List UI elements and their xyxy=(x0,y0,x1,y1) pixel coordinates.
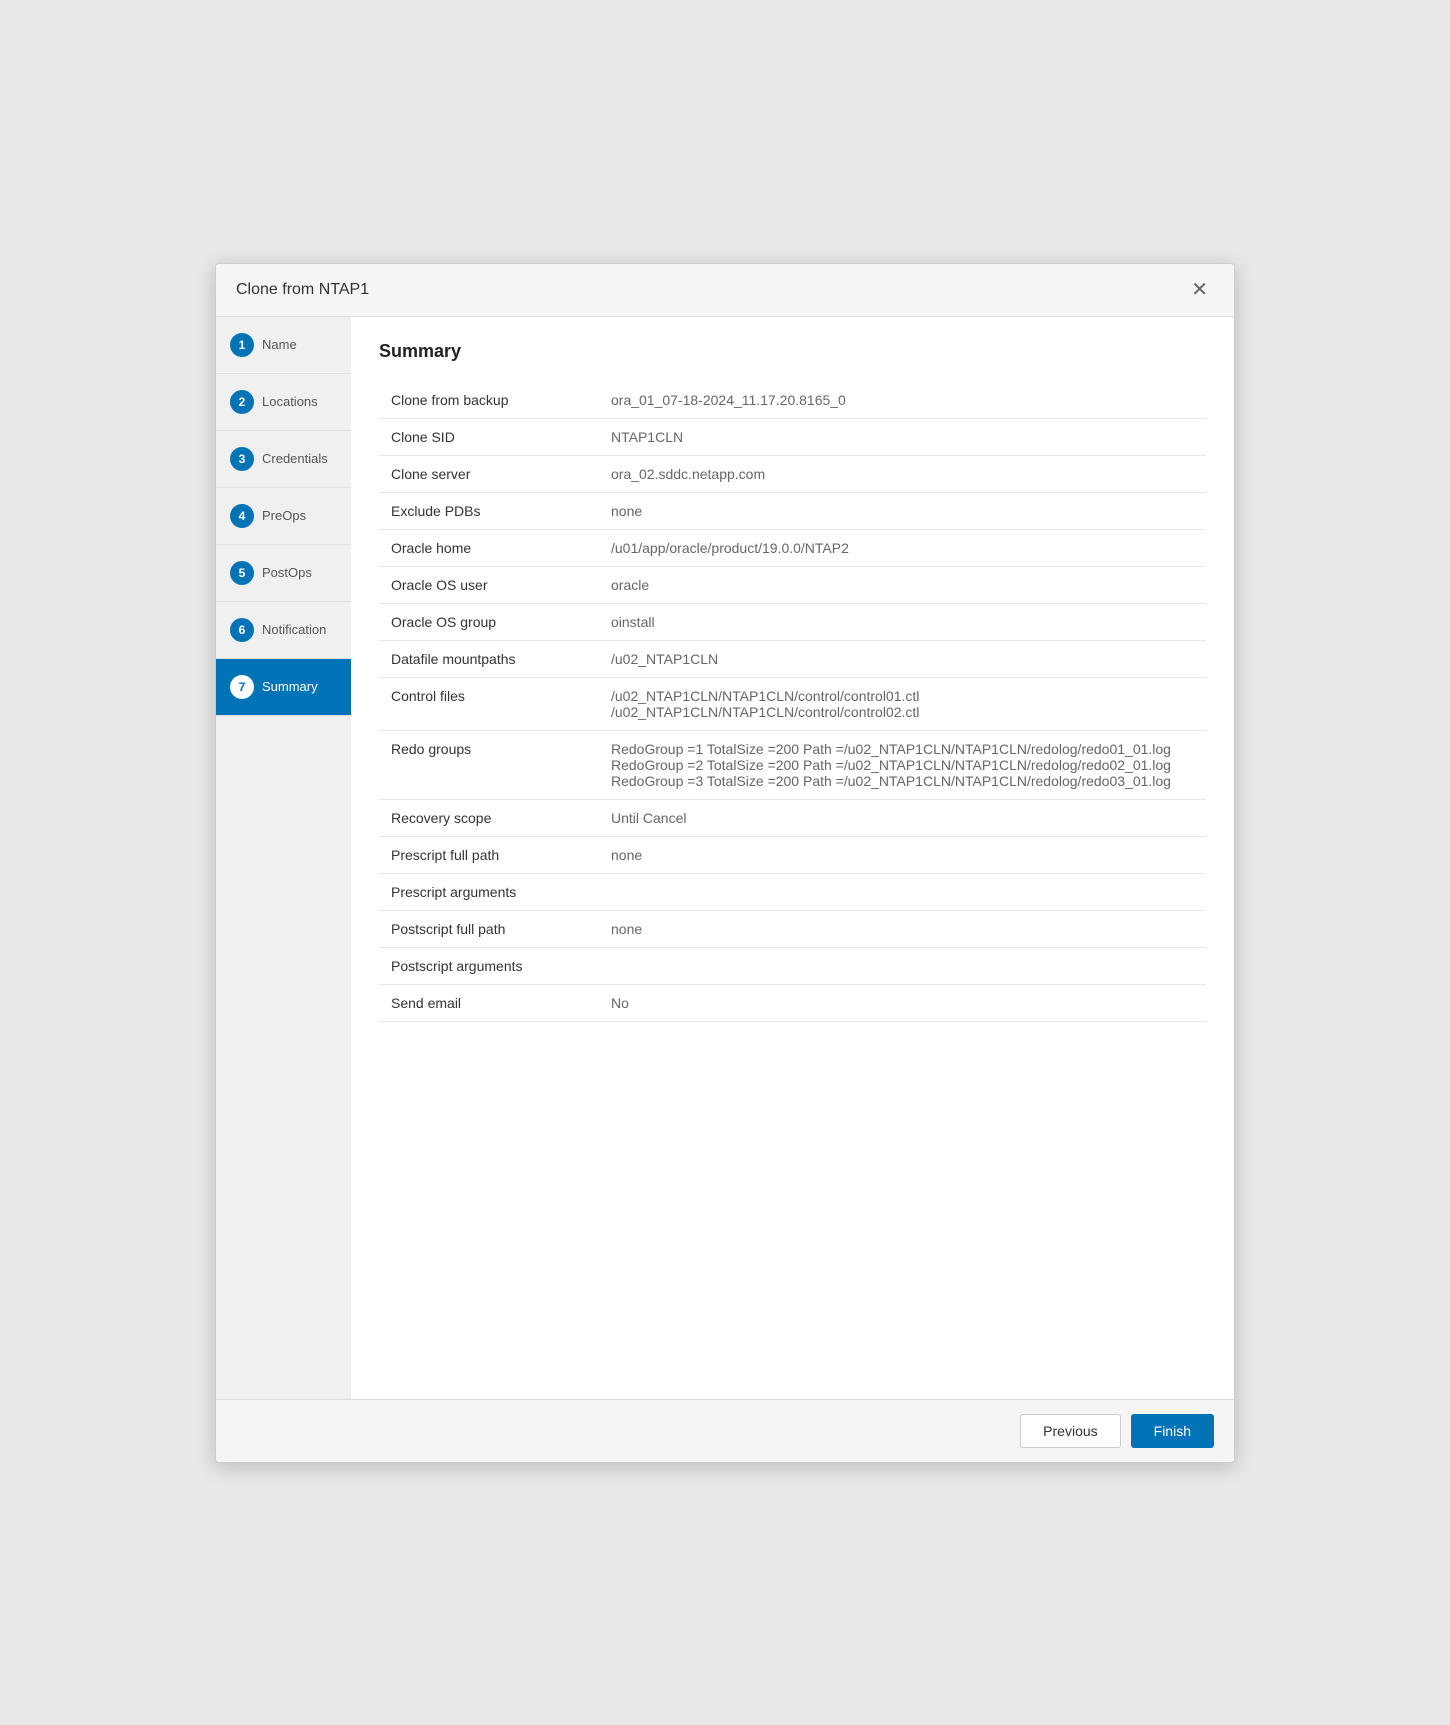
step-number-3: 3 xyxy=(230,447,254,471)
close-button[interactable]: ✕ xyxy=(1185,278,1214,302)
step-number-7: 7 xyxy=(230,675,254,699)
row-label-12: Prescript arguments xyxy=(379,873,599,910)
table-row: Postscript arguments xyxy=(379,947,1206,984)
sidebar-item-name[interactable]: 1 Name xyxy=(216,317,351,374)
row-label-3: Exclude PDBs xyxy=(379,492,599,529)
step-label-4: PreOps xyxy=(262,508,306,523)
table-row: Datafile mountpaths/u02_NTAP1CLN xyxy=(379,640,1206,677)
row-label-14: Postscript arguments xyxy=(379,947,599,984)
row-label-10: Recovery scope xyxy=(379,799,599,836)
table-row: Clone SIDNTAP1CLN xyxy=(379,418,1206,455)
row-value-10: Until Cancel xyxy=(599,799,1206,836)
step-label-6: Notification xyxy=(262,622,326,637)
step-label-2: Locations xyxy=(262,394,318,409)
sidebar-item-summary[interactable]: 7 Summary xyxy=(216,659,351,716)
table-row: Control files/u02_NTAP1CLN/NTAP1CLN/cont… xyxy=(379,677,1206,730)
step-label-5: PostOps xyxy=(262,565,312,580)
row-label-9: Redo groups xyxy=(379,730,599,799)
clone-dialog: Clone from NTAP1 ✕ 1 Name 2 Locations 3 Crede… xyxy=(215,263,1235,1463)
row-value-6: oinstall xyxy=(599,603,1206,640)
dialog-body: 1 Name 2 Locations 3 Credentials 4 PreOps 5 PostO… xyxy=(216,317,1234,1399)
row-value-7: /u02_NTAP1CLN xyxy=(599,640,1206,677)
row-value-5: oracle xyxy=(599,566,1206,603)
step-number-2: 2 xyxy=(230,390,254,414)
dialog-footer: Previous Finish xyxy=(216,1399,1234,1462)
row-value-1: NTAP1CLN xyxy=(599,418,1206,455)
row-label-0: Clone from backup xyxy=(379,382,599,419)
sidebar-item-preops[interactable]: 4 PreOps xyxy=(216,488,351,545)
row-label-7: Datafile mountpaths xyxy=(379,640,599,677)
row-label-5: Oracle OS user xyxy=(379,566,599,603)
row-label-15: Send email xyxy=(379,984,599,1021)
dialog-title: Clone from NTAP1 xyxy=(236,281,369,299)
main-content: Summary Clone from backupora_01_07-18-20… xyxy=(351,317,1234,1399)
row-value-12 xyxy=(599,873,1206,910)
row-label-13: Postscript full path xyxy=(379,910,599,947)
sidebar: 1 Name 2 Locations 3 Credentials 4 PreOps 5 PostO… xyxy=(216,317,351,1399)
table-row: Redo groupsRedoGroup =1 TotalSize =200 P… xyxy=(379,730,1206,799)
row-value-15: No xyxy=(599,984,1206,1021)
table-row: Clone serverora_02.sddc.netapp.com xyxy=(379,455,1206,492)
step-number-6: 6 xyxy=(230,618,254,642)
dialog-header: Clone from NTAP1 ✕ xyxy=(216,264,1234,317)
row-value-9: RedoGroup =1 TotalSize =200 Path =/u02_N… xyxy=(599,730,1206,799)
table-row: Postscript full pathnone xyxy=(379,910,1206,947)
step-label-1: Name xyxy=(262,337,297,352)
table-row: Prescript full pathnone xyxy=(379,836,1206,873)
previous-button[interactable]: Previous xyxy=(1020,1414,1120,1448)
table-row: Oracle home/u01/app/oracle/product/19.0.… xyxy=(379,529,1206,566)
row-value-0: ora_01_07-18-2024_11.17.20.8165_0 xyxy=(599,382,1206,419)
row-value-14 xyxy=(599,947,1206,984)
table-row: Recovery scopeUntil Cancel xyxy=(379,799,1206,836)
row-label-11: Prescript full path xyxy=(379,836,599,873)
summary-title: Summary xyxy=(379,341,1206,362)
sidebar-item-credentials[interactable]: 3 Credentials xyxy=(216,431,351,488)
step-number-5: 5 xyxy=(230,561,254,585)
row-label-2: Clone server xyxy=(379,455,599,492)
row-value-2: ora_02.sddc.netapp.com xyxy=(599,455,1206,492)
table-row: Prescript arguments xyxy=(379,873,1206,910)
summary-table: Clone from backupora_01_07-18-2024_11.17… xyxy=(379,382,1206,1022)
sidebar-item-notification[interactable]: 6 Notification xyxy=(216,602,351,659)
table-row: Oracle OS useroracle xyxy=(379,566,1206,603)
table-row: Send emailNo xyxy=(379,984,1206,1021)
row-value-3: none xyxy=(599,492,1206,529)
step-number-1: 1 xyxy=(230,333,254,357)
row-value-13: none xyxy=(599,910,1206,947)
row-label-4: Oracle home xyxy=(379,529,599,566)
step-number-4: 4 xyxy=(230,504,254,528)
finish-button[interactable]: Finish xyxy=(1131,1414,1214,1448)
step-label-3: Credentials xyxy=(262,451,328,466)
table-row: Exclude PDBsnone xyxy=(379,492,1206,529)
row-label-8: Control files xyxy=(379,677,599,730)
step-label-7: Summary xyxy=(262,679,318,694)
table-row: Oracle OS groupoinstall xyxy=(379,603,1206,640)
sidebar-item-postops[interactable]: 5 PostOps xyxy=(216,545,351,602)
sidebar-item-locations[interactable]: 2 Locations xyxy=(216,374,351,431)
row-value-4: /u01/app/oracle/product/19.0.0/NTAP2 xyxy=(599,529,1206,566)
row-label-1: Clone SID xyxy=(379,418,599,455)
row-label-6: Oracle OS group xyxy=(379,603,599,640)
row-value-11: none xyxy=(599,836,1206,873)
row-value-8: /u02_NTAP1CLN/NTAP1CLN/control/control01… xyxy=(599,677,1206,730)
table-row: Clone from backupora_01_07-18-2024_11.17… xyxy=(379,382,1206,419)
